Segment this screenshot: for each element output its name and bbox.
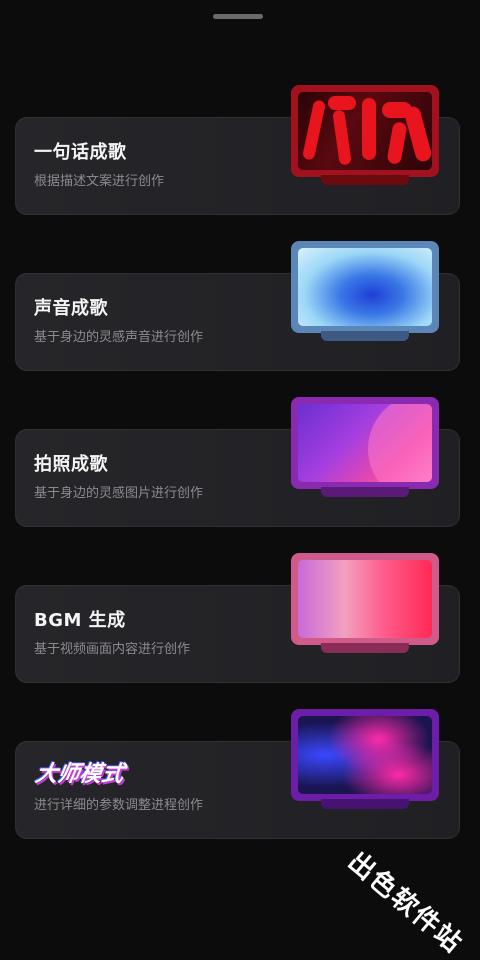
- card-text-to-song[interactable]: 一句话成歌 根据描述文案进行创作: [15, 85, 460, 215]
- card-voice-to-song[interactable]: 声音成歌 基于身边的灵感声音进行创作: [15, 241, 460, 371]
- tv-illustration-neon: [291, 709, 439, 809]
- master-mode-logo: 大师模式: [33, 761, 126, 787]
- card-title: BGM 生成: [34, 610, 126, 631]
- sheet-drag-handle[interactable]: [213, 14, 263, 19]
- tv-illustration-purple-pink: [291, 397, 439, 497]
- card-bgm-generate[interactable]: BGM 生成 基于视频画面内容进行创作: [15, 553, 460, 683]
- watermark-text: 出色软件站: [341, 846, 469, 960]
- tv-illustration-pink-gradient: [291, 553, 439, 653]
- card-subtitle: 基于身边的灵感声音进行创作: [34, 330, 204, 345]
- card-master-mode[interactable]: 大师模式 进行详细的参数调整进程创作: [15, 709, 460, 839]
- card-title: 声音成歌: [34, 298, 108, 319]
- tv-illustration-red-calligraphy: [291, 85, 439, 185]
- card-photo-to-song[interactable]: 拍照成歌 基于身边的灵感图片进行创作: [15, 397, 460, 527]
- card-subtitle: 进行详细的参数调整进程创作: [34, 798, 204, 813]
- tv-illustration-blue-wave: [291, 241, 439, 341]
- card-subtitle: 基于身边的灵感图片进行创作: [34, 486, 204, 501]
- card-subtitle: 根据描述文案进行创作: [34, 174, 165, 189]
- card-title: 一句话成歌: [34, 142, 127, 163]
- card-subtitle: 基于视频画面内容进行创作: [34, 642, 191, 657]
- card-title: 拍照成歌: [34, 454, 108, 475]
